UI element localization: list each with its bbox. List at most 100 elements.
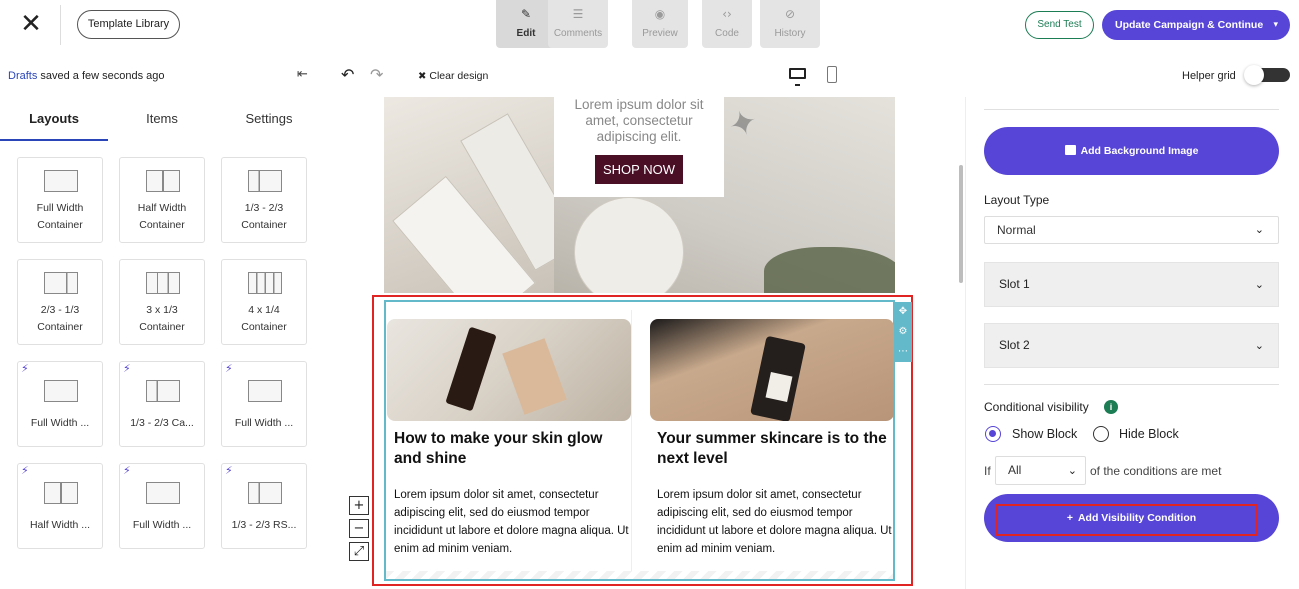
condition-match-value: All xyxy=(1008,463,1022,477)
hide-block-label[interactable]: Hide Block xyxy=(1119,427,1179,441)
left-panel: Layouts Items Settings Full Width Contain… xyxy=(0,97,322,589)
info-icon[interactable]: i xyxy=(1104,400,1118,414)
layout-tile-half-width-premium[interactable]: ⚡ Half Width ... xyxy=(17,463,103,549)
article-image-serum[interactable] xyxy=(387,319,631,421)
image-layout-icon xyxy=(248,380,282,402)
article-title[interactable]: Your summer skincare is to the next leve… xyxy=(657,429,891,469)
show-block-label[interactable]: Show Block xyxy=(1012,427,1077,441)
layout-tile-full-width-banner[interactable]: ⚡ Full Width ... xyxy=(119,463,205,549)
layout-tile-four-columns-container[interactable]: 4 x 1/4 Container xyxy=(221,259,307,345)
mode-preview-button[interactable]: ◉ Preview xyxy=(632,0,688,48)
canvas-scrollbar[interactable] xyxy=(959,165,963,283)
close-icon[interactable]: ✕ xyxy=(18,10,44,38)
layout-tile-one-third-two-thirds-container[interactable]: 1/3 - 2/3 Container xyxy=(221,157,307,243)
settings-gear-icon[interactable]: ⚙ xyxy=(894,322,912,342)
article-column-2[interactable]: Your summer skincare is to the next leve… xyxy=(649,310,895,575)
tab-settings[interactable]: Settings xyxy=(216,97,322,141)
tile-label: Half Width Container xyxy=(137,202,187,231)
block-toolbar: ✥ ⚙ ⋯ xyxy=(894,302,912,362)
move-icon[interactable]: ✥ xyxy=(894,302,912,322)
panel-tabs: Layouts Items Settings xyxy=(0,97,322,141)
layout-tile-full-width-container[interactable]: Full Width Container xyxy=(17,157,103,243)
article-body[interactable]: Lorem ipsum dolor sit amet, consectetur … xyxy=(394,486,632,558)
article-image-bottle[interactable] xyxy=(650,319,894,421)
drafts-link[interactable]: Drafts xyxy=(8,70,37,82)
hide-block-radio[interactable] xyxy=(1093,426,1109,442)
chevron-down-icon: ⌄ xyxy=(1067,464,1077,477)
email-canvas[interactable]: ✦ Lorem ipsum dolor sit amet, consectetu… xyxy=(322,97,966,589)
cotton-pad-image xyxy=(574,197,684,293)
helper-grid-toggle[interactable] xyxy=(1244,65,1290,85)
clear-design-button[interactable]: ✖ Clear design xyxy=(418,70,491,82)
condition-match-select[interactable]: All ⌄ xyxy=(995,456,1086,485)
redo-icon[interactable]: ↷ xyxy=(370,65,383,84)
two-thirds-one-third-layout-icon xyxy=(44,272,78,294)
fit-screen-button[interactable]: ⤢ xyxy=(349,542,369,561)
layout-tile-two-thirds-one-third-container[interactable]: 2/3 - 1/3 Container xyxy=(17,259,103,345)
two-column-block[interactable]: How to make your skin glow and shine Lor… xyxy=(384,300,895,581)
lightning-bolt-icon: ⚡ xyxy=(225,362,233,375)
chevron-down-icon[interactable]: ▾ xyxy=(1273,10,1278,40)
mode-code-button[interactable]: ‹› Code xyxy=(702,0,752,48)
mode-history-button[interactable]: ⊘ History xyxy=(760,0,820,48)
send-test-button[interactable]: Send Test xyxy=(1025,11,1094,39)
half-width-layout-icon xyxy=(146,170,180,192)
slot-label: Slot 1 xyxy=(999,277,1030,291)
top-bar: ✕ Template Library ✎ Edit ☰ Comments ◉ P… xyxy=(0,0,1299,50)
article-title[interactable]: How to make your skin glow and shine xyxy=(394,429,628,469)
lightning-bolt-icon: ⚡ xyxy=(21,362,29,375)
more-options-icon[interactable]: ⋯ xyxy=(894,342,912,362)
layout-tile-full-width-image[interactable]: ⚡ Full Width ... xyxy=(221,361,307,447)
conditional-visibility-label: Conditional visibility xyxy=(984,400,1089,414)
block-padding-indicator xyxy=(386,571,893,579)
bottle-shape xyxy=(445,326,497,412)
template-library-button[interactable]: Template Library xyxy=(77,10,180,39)
save-status: Drafts saved a few seconds ago xyxy=(8,70,165,82)
article-column-1[interactable]: How to make your skin glow and shine Lor… xyxy=(386,310,632,575)
full-width-layout-icon xyxy=(146,482,180,504)
box-shape xyxy=(502,338,567,415)
article-body[interactable]: Lorem ipsum dolor sit amet, consectetur … xyxy=(657,486,895,558)
layout-tile-one-third-two-thirds-rss[interactable]: ⚡ 1/3 - 2/3 RS... xyxy=(221,463,307,549)
layout-type-select[interactable]: Normal ⌄ xyxy=(984,216,1279,244)
show-block-radio[interactable] xyxy=(985,426,1001,442)
zoom-out-button[interactable]: − xyxy=(349,519,369,538)
mode-comments-button[interactable]: ☰ Comments xyxy=(548,0,608,48)
layout-tile-full-width-premium[interactable]: ⚡ Full Width ... xyxy=(17,361,103,447)
tile-label: Full Width ... xyxy=(132,519,192,531)
add-background-image-button[interactable]: Add Background Image xyxy=(984,127,1279,175)
lightning-bolt-icon: ⚡ xyxy=(21,464,29,477)
mobile-view-icon[interactable] xyxy=(827,66,837,83)
full-width-layout-icon xyxy=(44,380,78,402)
slot-1-accordion[interactable]: Slot 1 ⌄ xyxy=(984,262,1279,307)
one-third-two-thirds-layout-icon xyxy=(248,170,282,192)
landscape-image xyxy=(764,247,895,293)
mode-label: Preview xyxy=(642,28,678,39)
chevron-down-icon: ⌄ xyxy=(1254,339,1264,352)
clear-icon: ✖ xyxy=(418,71,427,82)
mode-label: Code xyxy=(715,28,739,39)
slot-2-accordion[interactable]: Slot 2 ⌄ xyxy=(984,323,1279,368)
desktop-view-icon[interactable] xyxy=(789,68,806,86)
zoom-in-button[interactable]: + xyxy=(349,496,369,515)
hero-section[interactable]: ✦ Lorem ipsum dolor sit amet, consectetu… xyxy=(384,97,895,293)
layout-tile-half-width-container[interactable]: Half Width Container xyxy=(119,157,205,243)
comment-icon: ☰ xyxy=(572,7,584,21)
image-icon xyxy=(1064,145,1076,155)
one-third-two-thirds-layout-icon xyxy=(146,380,180,402)
update-campaign-button[interactable]: Update Campaign & Continue ▾ xyxy=(1102,10,1290,40)
update-campaign-label: Update Campaign & Continue xyxy=(1115,19,1264,31)
lightning-bolt-icon: ⚡ xyxy=(225,464,233,477)
layout-tile-one-third-two-thirds-card[interactable]: ⚡ 1/3 - 2/3 Ca... xyxy=(119,361,205,447)
shop-now-button[interactable]: SHOP NOW xyxy=(595,155,683,184)
tab-layouts[interactable]: Layouts xyxy=(0,97,108,141)
active-tab-indicator xyxy=(0,139,108,141)
layout-tile-three-columns-container[interactable]: 3 x 1/3 Container xyxy=(119,259,205,345)
collapse-panel-icon[interactable]: ⇤ xyxy=(297,67,308,82)
hero-text: Lorem ipsum dolor sit amet, consectetur … xyxy=(574,97,704,144)
tile-label: Full Width ... xyxy=(234,417,294,429)
mode-edit-button[interactable]: ✎ Edit xyxy=(496,0,556,48)
undo-icon[interactable]: ↶ xyxy=(341,65,354,84)
tile-label: 1/3 - 2/3 Container xyxy=(241,202,287,231)
tab-items[interactable]: Items xyxy=(108,97,216,141)
